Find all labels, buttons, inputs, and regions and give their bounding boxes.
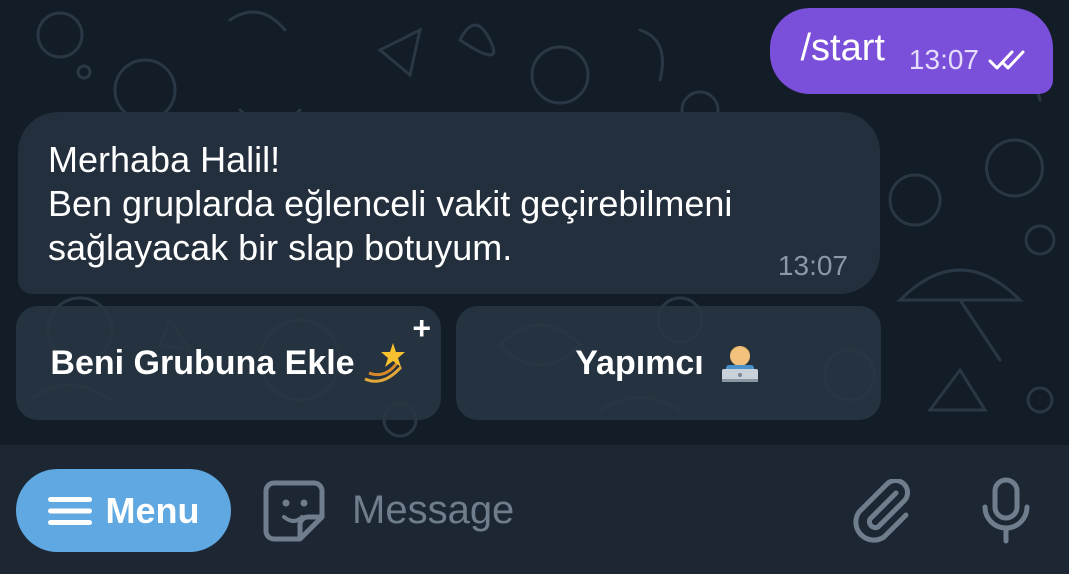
chat-area: /start 13:07 Merhaba Halil! Ben gruplard… — [0, 0, 1069, 445]
message-input[interactable] — [352, 473, 812, 547]
menu-button-label: Menu — [105, 489, 200, 531]
developer-button[interactable]: Yapımcı — [456, 306, 881, 420]
message-line: Merhaba Halil! — [48, 139, 281, 180]
menu-button[interactable]: Menu — [16, 469, 231, 552]
outgoing-message-meta: 13:07 — [909, 44, 1031, 76]
menu-icon — [47, 496, 92, 525]
attach-icon[interactable] — [852, 479, 912, 543]
technologist-emoji — [721, 346, 758, 382]
mic-icon[interactable] — [978, 477, 1034, 545]
sticker-icon[interactable] — [262, 479, 326, 543]
incoming-message-time: 13:07 — [777, 250, 848, 281]
link-plus-indicator: + — [412, 310, 431, 346]
incoming-message-bubble[interactable]: Merhaba Halil! Ben gruplarda eğlenceli v… — [18, 112, 880, 294]
message-composer: Menu — [0, 445, 1069, 574]
developer-label: Yapımcı — [575, 343, 704, 382]
message-line: sağlayacak bir slap botuyum. — [48, 227, 513, 268]
read-double-check-icon — [988, 50, 1025, 70]
add-to-group-label: Beni Grubuna Ekle — [50, 343, 355, 382]
outgoing-message-bubble[interactable]: /start 13:07 — [770, 8, 1053, 94]
dizzy-star-emoji — [363, 343, 405, 383]
outgoing-message-time: 13:07 — [908, 44, 979, 75]
message-line: Ben gruplarda eğlenceli vakit geçirebilm… — [48, 183, 733, 224]
add-to-group-button[interactable]: Beni Grubuna Ekle + — [16, 306, 441, 420]
outgoing-message-text: /start — [800, 27, 885, 69]
incoming-message-text: Merhaba Halil! Ben gruplarda eğlenceli v… — [48, 138, 850, 270]
